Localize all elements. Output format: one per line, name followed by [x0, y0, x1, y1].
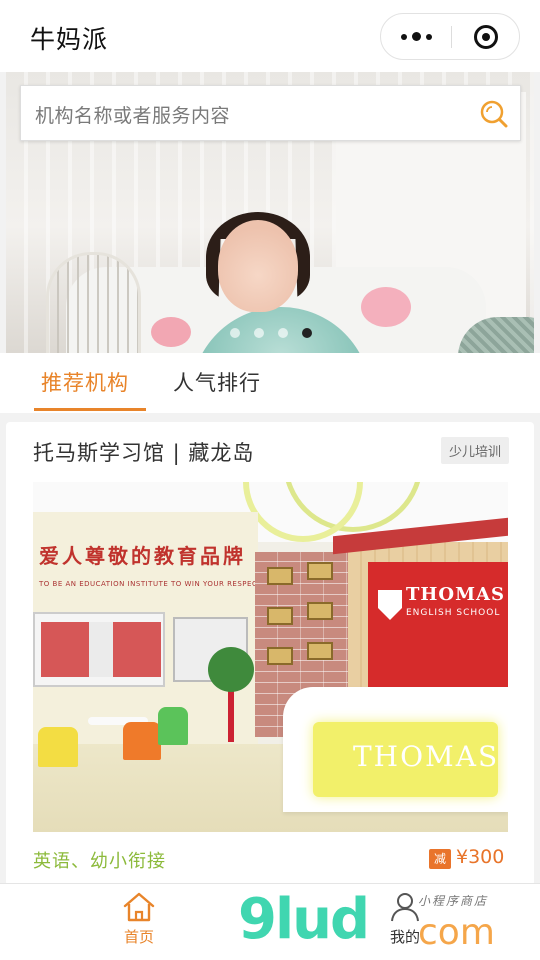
search-bar[interactable]: 机构名称或者服务内容: [20, 85, 521, 141]
nav-home[interactable]: 首页: [110, 890, 168, 955]
search-icon[interactable]: [478, 98, 510, 130]
tab-bar: 推荐机构 人气排行: [0, 353, 540, 413]
menu-capsule: [380, 13, 520, 60]
photo-slogan-en: TO BE AN EDUCATION INSTITUTE TO WIN YOUR…: [39, 580, 263, 588]
search-placeholder: 机构名称或者服务内容: [35, 105, 231, 127]
banner-child-photo: [218, 220, 298, 312]
carousel-dot[interactable]: [278, 328, 288, 338]
tab-popular-ranking[interactable]: 人气排行: [173, 367, 261, 397]
price: ¥300: [456, 846, 505, 868]
tab-recommended[interactable]: 推荐机构: [41, 367, 129, 397]
more-options-button[interactable]: [381, 14, 451, 59]
institution-name: 托马斯学习馆 | 藏龙岛: [33, 441, 255, 465]
school-logo-panel: THOMAS ENGLISH SCHOOL: [368, 562, 508, 692]
bottom-tab-bar: 首页 我的: [0, 883, 540, 960]
navigation-bar: 牛妈派: [0, 0, 540, 72]
school-shield-icon: [378, 590, 402, 620]
carousel-dot[interactable]: [230, 328, 240, 338]
close-miniprogram-button[interactable]: [452, 14, 520, 59]
active-tab-indicator: [34, 408, 146, 411]
discount-badge: 减: [429, 849, 451, 869]
birdcage-decoration: [46, 252, 141, 353]
carousel-dot[interactable]: [254, 328, 264, 338]
user-icon: [391, 893, 419, 922]
more-dot-icon: [411, 32, 421, 41]
more-dot-icon: [425, 33, 432, 40]
service-tags: 英语、幼小衔接: [33, 851, 166, 872]
institution-card[interactable]: 托马斯学习馆 | 藏龙岛 少儿培训 爱人尊敬的教育品牌 TO BE AN EDU…: [6, 422, 534, 886]
app-title: 牛妈派: [30, 25, 109, 54]
more-dot-icon: [400, 33, 407, 40]
nav-mine-label: 我的: [389, 928, 420, 946]
home-icon: [123, 892, 155, 922]
institution-photo[interactable]: 爱人尊敬的教育品牌 TO BE AN EDUCATION INSTITUTE T…: [33, 482, 508, 832]
category-badge: 少儿培训: [441, 437, 510, 464]
nav-mine[interactable]: 我的: [376, 890, 434, 955]
photo-slogan: 爱人尊敬的教育品牌: [39, 544, 246, 568]
mini-program-page: 牛妈派 机构名称或者服务内容 推荐机构 人气排行 托马斯学习馆 | 藏龙岛 少儿…: [0, 0, 540, 960]
carousel-indicators: [230, 327, 312, 339]
target-close-icon: [474, 24, 498, 49]
carousel-dot-active[interactable]: [302, 328, 312, 338]
nav-home-label: 首页: [123, 928, 154, 946]
